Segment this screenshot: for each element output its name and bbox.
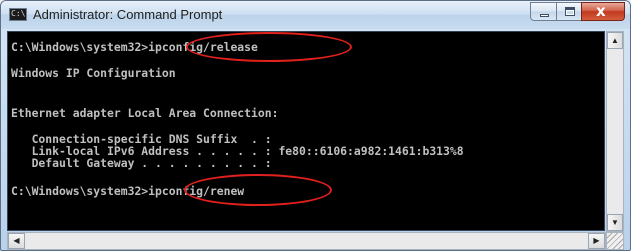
console-line-6: Default Gateway . . . . . . . . . :	[11, 156, 272, 170]
maximize-button[interactable]	[556, 2, 582, 21]
command-renew: ipconfig/renew	[148, 184, 245, 198]
title-bar[interactable]: C:\ Administrator: Command Prompt x	[1, 1, 630, 29]
window-title: Administrator: Command Prompt	[33, 7, 223, 22]
cmd-app-icon-text: C:\	[11, 9, 26, 18]
console-output[interactable]: C:\Windows\system32>ipconfig/release Win…	[7, 31, 605, 231]
scroll-up-icon[interactable]: ▲	[607, 32, 623, 49]
horizontal-scrollbar[interactable]: ◀ ▶	[7, 232, 606, 250]
prompt-text: C:\Windows\system32>	[11, 40, 149, 54]
minimize-button[interactable]	[530, 2, 557, 21]
resize-grip[interactable]	[606, 232, 624, 250]
minimize-icon	[540, 14, 549, 17]
console-line-3: Ethernet adapter Local Area Connection:	[11, 106, 279, 120]
scroll-down-icon[interactable]: ▼	[607, 214, 623, 231]
prompt-text: C:\Windows\system32>	[11, 184, 149, 198]
command-prompt-window: C:\ Administrator: Command Prompt x C:\W…	[0, 0, 631, 251]
console-line-1: C:\Windows\system32>ipconfig/release	[11, 41, 258, 53]
command-release: ipconfig/release	[148, 40, 258, 54]
scroll-right-icon[interactable]: ▶	[588, 233, 605, 249]
close-icon: x	[596, 2, 606, 20]
scroll-left-icon[interactable]: ◀	[8, 233, 25, 249]
close-button[interactable]: x	[581, 2, 625, 21]
console-line-2: Windows IP Configuration	[11, 66, 176, 80]
vertical-scrollbar[interactable]: ▲ ▼	[606, 31, 624, 232]
console-line-7: C:\Windows\system32>ipconfig/renew	[11, 185, 244, 197]
cmd-app-icon[interactable]: C:\	[9, 8, 27, 21]
maximize-icon	[565, 7, 575, 16]
